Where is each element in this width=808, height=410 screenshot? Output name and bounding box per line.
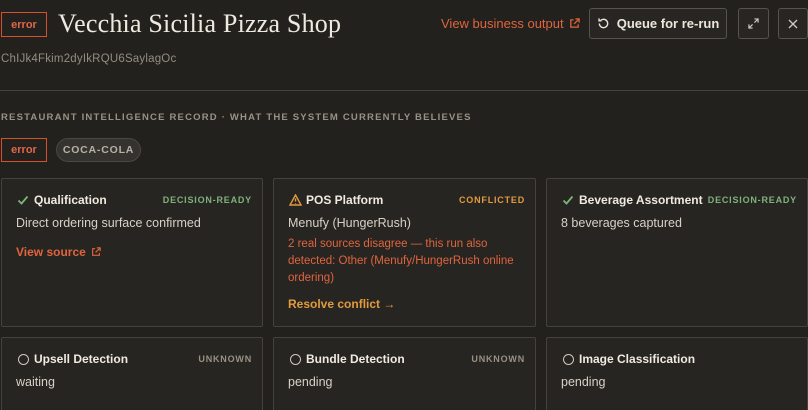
card-value: Menufy (HungerRush) xyxy=(288,216,411,230)
card-beverage-assortment: Beverage Assortment DECISION-READY 8 bev… xyxy=(546,178,808,327)
resolve-conflict-link[interactable]: Resolve conflict → xyxy=(288,297,395,311)
card-pos-platform: POS Platform CONFLICTED Menufy (HungerRu… xyxy=(273,178,536,327)
card-title: POS Platform xyxy=(306,193,384,207)
circle-icon xyxy=(561,352,575,366)
card-status: CONFLICTED xyxy=(459,195,525,205)
expand-icon xyxy=(748,18,759,29)
close-icon xyxy=(788,19,798,28)
queue-rerun-label: Queue for re-run xyxy=(616,16,720,31)
check-icon xyxy=(16,193,30,207)
card-title: Image Classification xyxy=(579,352,696,366)
external-link-icon xyxy=(91,247,101,256)
view-source-link[interactable]: View source xyxy=(16,245,101,259)
card-bundle-detection: Bundle Detection UNKNOWN pending xyxy=(273,337,536,410)
view-business-output-label: View business output xyxy=(441,16,564,31)
status-badge: error xyxy=(1,12,47,37)
check-icon xyxy=(561,193,575,207)
card-value: waiting xyxy=(16,375,55,389)
expand-button[interactable] xyxy=(738,8,769,39)
card-value: pending xyxy=(288,375,333,389)
conflict-warning: 2 real sources disagree — this run also … xyxy=(288,238,514,284)
warning-icon xyxy=(288,193,302,207)
record-status-badge: error xyxy=(1,138,47,162)
external-link-icon xyxy=(569,18,580,28)
close-button[interactable] xyxy=(778,8,808,39)
circle-icon xyxy=(288,352,302,366)
place-id: ChIJk4Fkim2dyIkRQU6SaylagOc xyxy=(1,53,177,65)
card-title: Bundle Detection xyxy=(306,352,405,366)
card-status: DECISION-READY xyxy=(162,195,252,205)
card-title: Upsell Detection xyxy=(34,352,129,366)
section-label: RESTAURANT INTELLIGENCE RECORD · WHAT TH… xyxy=(1,112,472,123)
card-title: Beverage Assortment xyxy=(579,193,703,207)
queue-rerun-button[interactable]: Queue for re-run xyxy=(589,8,727,39)
card-image-classification: Image Classification pending xyxy=(546,337,808,410)
page-title: Vecchia Sicilia Pizza Shop xyxy=(58,9,342,38)
card-value: pending xyxy=(561,375,606,389)
card-value: Direct ordering surface confirmed xyxy=(16,216,201,230)
card-status: UNKNOWN xyxy=(471,354,525,364)
card-value: 8 beverages captured xyxy=(561,216,682,230)
card-status: DECISION-READY xyxy=(707,195,797,205)
brand-badge: COCA-COLA xyxy=(56,138,141,162)
card-title: Qualification xyxy=(34,193,107,207)
record-header: error Vecchia Sicilia Pizza Shop ChIJk4F… xyxy=(0,0,808,90)
refresh-icon xyxy=(598,18,609,29)
circle-icon xyxy=(16,352,30,366)
card-status: UNKNOWN xyxy=(198,354,252,364)
card-qualification: Qualification DECISION-READY Direct orde… xyxy=(1,178,263,327)
card-upsell-detection: Upsell Detection UNKNOWN waiting xyxy=(1,337,263,410)
view-source-label: View source xyxy=(16,245,86,259)
header-divider xyxy=(0,90,808,91)
view-business-output-link[interactable]: View business output xyxy=(441,16,580,31)
